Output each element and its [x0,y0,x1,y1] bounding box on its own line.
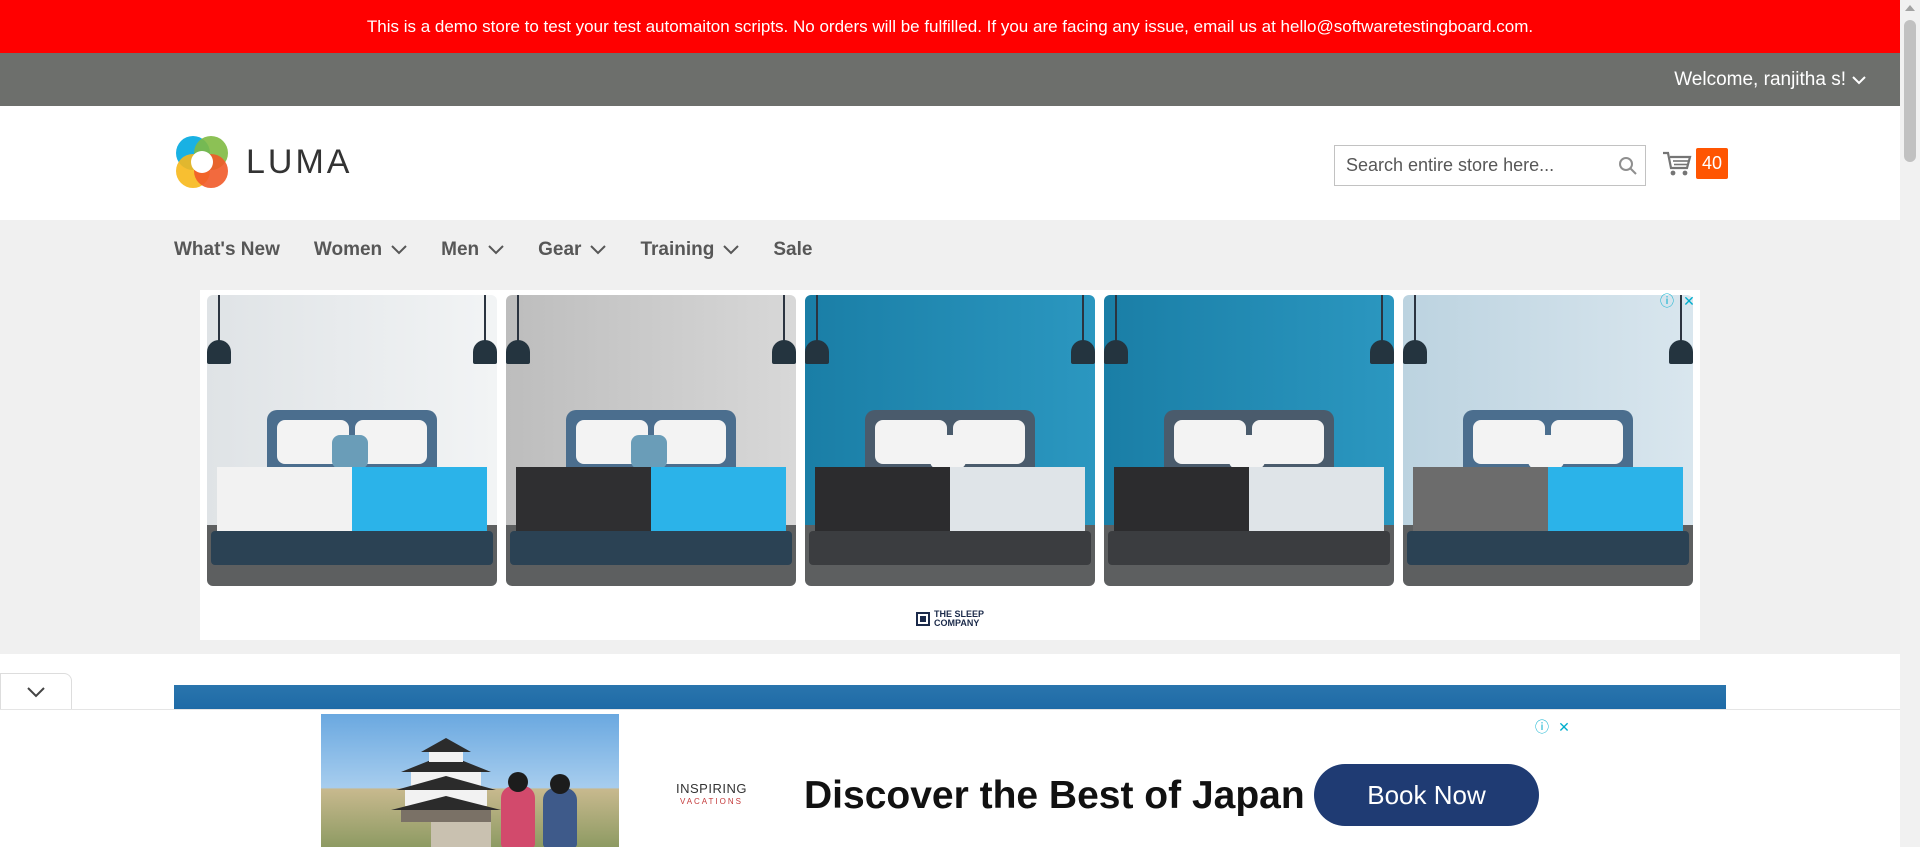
ad-tile[interactable] [805,295,1095,586]
nav-item-training[interactable]: Training [640,239,740,261]
search-input[interactable] [1335,146,1611,185]
chevron-down-icon [590,245,607,255]
ad-headline: Discover the Best of Japan [804,774,1305,817]
demo-banner-text: This is a demo store to test your test a… [366,16,1534,36]
nav-item-label: Men [441,239,480,260]
japan-castle-image [321,714,619,847]
sleep-company-icon [915,612,930,626]
ad-close-icon[interactable]: ✕ [1680,292,1698,310]
ad-info-icon[interactable]: ⓘ [1533,718,1551,736]
cart-count-badge: 40 [1696,148,1729,179]
cart-icon [1663,151,1692,175]
ad-info-icon[interactable]: ⓘ [1658,292,1676,310]
luma-logo-icon [176,136,228,188]
search-icon [1619,156,1637,175]
main-navigation: What's New Women Men Gear Training Sale [174,220,846,280]
nav-item-sale[interactable]: Sale [773,239,812,261]
nav-item-whats-new[interactable]: What's New [174,239,280,261]
page-scrollbar[interactable] [1900,0,1920,847]
logo-text: LUMA [246,142,353,181]
luma-logo[interactable]: LUMA [174,134,352,190]
welcome-text: Welcome, ranjitha s! [1674,68,1846,90]
search-button[interactable] [1611,146,1645,185]
book-now-button[interactable]: Book Now [1314,764,1539,826]
ad-tile[interactable] [1403,295,1693,586]
sleep-company-logo: THE SLEEP COMPANY [915,610,984,628]
ad-controls: ⓘ ✕ [1533,718,1573,736]
ad-collapse-toggle[interactable] [0,673,72,709]
bottom-anchor-ad[interactable]: INSPIRING VACATIONS Discover the Best of… [0,709,1900,847]
nav-item-gear[interactable]: Gear [538,239,607,261]
panel-header: Welcome, ranjitha s! [0,53,1900,106]
ad-product-tiles [207,295,1693,586]
brand-line-2: COMPANY [933,618,980,628]
nav-item-label: What's New [174,239,280,260]
ad-tile[interactable] [1104,295,1394,586]
chevron-down-icon [488,245,504,255]
chevron-down-icon [723,245,740,255]
japan-ad[interactable]: INSPIRING VACATIONS Discover the Best of… [321,714,1577,847]
customer-welcome-menu[interactable]: Welcome, ranjitha s! [1674,53,1866,106]
nav-item-label: Women [313,239,383,260]
sleep-company-ad[interactable]: ⓘ ✕ THE SLEEP COMPANY [200,290,1700,640]
ad-tile[interactable] [506,295,796,586]
scrollbar-thumb[interactable] [1904,20,1916,162]
hero-banner[interactable] [174,685,1726,710]
chevron-down-icon [1852,75,1866,84]
castle-illustration [391,738,501,822]
demo-store-banner: This is a demo store to test your test a… [0,0,1900,53]
search-box [1334,145,1646,186]
minicart-button[interactable]: 40 [1662,148,1729,179]
nav-item-men[interactable]: Men [441,239,504,261]
nav-item-label: Gear [538,239,582,260]
scroll-up-arrow-icon[interactable] [1905,5,1915,11]
nav-item-women[interactable]: Women [314,239,407,261]
chevron-down-icon [391,245,407,255]
ad-controls: ⓘ ✕ [1658,292,1698,310]
logo-sub-text: VACATIONS [679,797,743,806]
ad-tile[interactable] [207,295,497,586]
logo-main-text: INSPIRING [676,781,747,796]
nav-item-label: Training [640,239,715,260]
inspiring-vacations-logo: INSPIRING VACATIONS [676,782,747,808]
chevron-down-icon [27,686,45,697]
header-main: LUMA 40 [0,106,1900,220]
ad-close-icon[interactable]: ✕ [1555,718,1573,736]
nav-item-label: Sale [773,239,813,260]
